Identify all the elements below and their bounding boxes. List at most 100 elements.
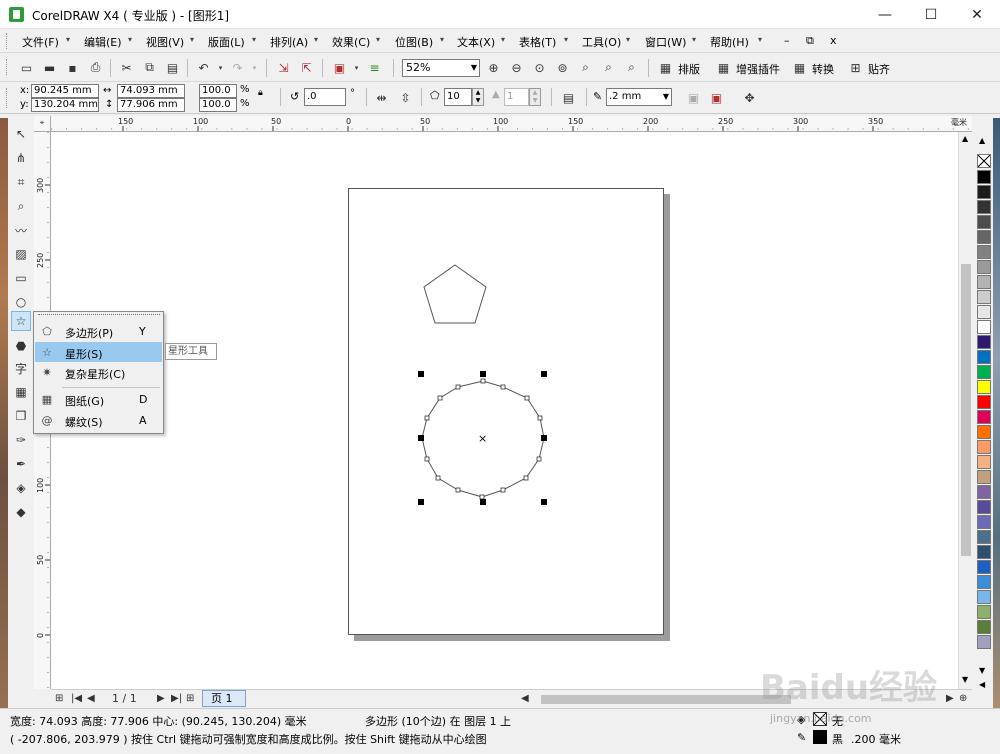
- star-tool-icon[interactable]: ☆: [11, 311, 31, 331]
- polygon-sides-field[interactable]: 10: [444, 88, 472, 106]
- welcome-screen-icon[interactable]: ≡: [366, 59, 383, 76]
- redo-icon[interactable]: ↷: [229, 59, 246, 76]
- flyout-item-complex-star[interactable]: ✷ 复杂星形(C): [35, 362, 162, 382]
- color-swatch[interactable]: [977, 215, 991, 229]
- color-swatch[interactable]: [977, 185, 991, 199]
- x-position-field[interactable]: 90.245 mm: [31, 84, 99, 98]
- flyout-grip[interactable]: [38, 314, 160, 317]
- drawing-canvas[interactable]: ×: [51, 132, 958, 689]
- first-page-icon[interactable]: |◀: [71, 693, 82, 704]
- color-swatch[interactable]: [977, 200, 991, 214]
- menu-edit[interactable]: 编辑(E): [84, 34, 122, 50]
- chevron-down-icon[interactable]: ▾: [246, 59, 263, 76]
- convert-to-curves-icon[interactable]: ✥: [741, 89, 758, 106]
- undo-icon[interactable]: ↶: [195, 59, 212, 76]
- import-icon[interactable]: ⇲: [275, 59, 292, 76]
- color-swatch[interactable]: [977, 395, 991, 409]
- zoom-out-icon[interactable]: ⊖: [508, 59, 525, 76]
- menu-view[interactable]: 视图(V): [146, 34, 184, 50]
- menu-tools[interactable]: 工具(O): [582, 34, 621, 50]
- palette-scroll-down-icon[interactable]: ▼: [979, 666, 985, 675]
- y-position-field[interactable]: 130.204 mm: [31, 98, 99, 112]
- zoom-page-width-icon[interactable]: ⌕: [600, 59, 617, 76]
- color-swatch[interactable]: [977, 440, 991, 454]
- save-icon[interactable]: ▪: [64, 59, 81, 76]
- crop-tool-icon[interactable]: ⌗: [11, 172, 31, 192]
- wrap-text-icon[interactable]: ▤: [560, 89, 577, 106]
- menu-bitmaps[interactable]: 位图(B): [395, 34, 433, 50]
- flyout-item-spiral[interactable]: @ 螺纹(S) A: [35, 410, 162, 430]
- navigator-icon[interactable]: ⊕: [959, 693, 967, 704]
- color-swatch[interactable]: [977, 260, 991, 274]
- color-swatch[interactable]: [977, 635, 991, 649]
- color-swatch[interactable]: [977, 605, 991, 619]
- close-button[interactable]: ✕: [954, 0, 1000, 29]
- scroll-down-icon[interactable]: ▼: [962, 675, 968, 684]
- color-swatch[interactable]: [977, 410, 991, 424]
- snap-icon[interactable]: ⊞: [847, 59, 864, 76]
- rectangle-tool-icon[interactable]: ▭: [11, 268, 31, 288]
- color-swatch[interactable]: [977, 500, 991, 514]
- chevron-down-icon[interactable]: ▾: [348, 59, 365, 76]
- freehand-tool-icon[interactable]: 〰: [11, 220, 31, 240]
- flyout-item-star[interactable]: ☆ 星形(S): [35, 342, 162, 362]
- page-tab[interactable]: 页 1: [202, 690, 246, 707]
- zoom-page-height-icon[interactable]: ⌕: [623, 59, 640, 76]
- horizontal-scroll-thumb[interactable]: [541, 695, 791, 704]
- sharpness-field[interactable]: 1: [504, 88, 529, 106]
- interactive-blend-tool-icon[interactable]: ❐: [11, 406, 31, 426]
- zoom-selected-icon[interactable]: ⊙: [531, 59, 548, 76]
- color-swatch[interactable]: [977, 290, 991, 304]
- lock-ratio-icon[interactable]: 🔒︎: [258, 88, 263, 98]
- scroll-up-icon[interactable]: ▲: [962, 134, 968, 143]
- color-swatch[interactable]: [977, 575, 991, 589]
- color-swatch[interactable]: [977, 170, 991, 184]
- to-front-icon[interactable]: ▣: [685, 89, 702, 106]
- height-field[interactable]: 77.906 mm: [117, 98, 185, 112]
- enhance-plugin-button[interactable]: 增强插件: [736, 61, 780, 77]
- scroll-left-icon[interactable]: ◀: [521, 693, 529, 704]
- open-folder-icon[interactable]: ▬: [41, 59, 58, 76]
- application-launcher-icon[interactable]: ▣: [331, 59, 348, 76]
- enhance-plugin-icon[interactable]: ▦: [715, 59, 732, 76]
- color-swatch[interactable]: [977, 350, 991, 364]
- color-swatch[interactable]: [977, 590, 991, 604]
- eyedropper-tool-icon[interactable]: ✑: [11, 430, 31, 450]
- menu-file[interactable]: 文件(F): [22, 34, 59, 50]
- scroll-right-icon[interactable]: ▶: [946, 693, 954, 704]
- menu-table[interactable]: 表格(T): [519, 34, 556, 50]
- color-swatch[interactable]: [977, 470, 991, 484]
- menu-effects[interactable]: 效果(C): [332, 34, 370, 50]
- menu-window[interactable]: 窗口(W): [645, 34, 686, 50]
- add-page-icon[interactable]: ⊞: [55, 693, 63, 704]
- zoom-page-icon[interactable]: ⌕: [577, 59, 594, 76]
- chevron-down-icon[interactable]: ▾: [212, 59, 229, 76]
- property-bar-grip[interactable]: [6, 88, 9, 108]
- maximize-button[interactable]: ☐: [908, 0, 954, 29]
- basic-shapes-tool-icon[interactable]: ⬣: [11, 336, 31, 356]
- paste-icon[interactable]: ▤: [164, 59, 181, 76]
- interactive-fill-tool-icon[interactable]: ◆: [11, 502, 31, 522]
- color-swatch[interactable]: [977, 305, 991, 319]
- color-swatch[interactable]: [977, 455, 991, 469]
- color-swatch[interactable]: [977, 380, 991, 394]
- color-swatch[interactable]: [977, 485, 991, 499]
- ruler-origin-icon[interactable]: ⌖: [34, 116, 51, 132]
- flyout-item-graph-paper[interactable]: ▦ 图纸(G) D: [35, 389, 162, 409]
- vertical-scroll-thumb[interactable]: [961, 264, 971, 556]
- last-page-icon[interactable]: ▶|: [171, 693, 182, 704]
- doc-minimize-button[interactable]: –: [784, 34, 790, 47]
- toolbar-grip[interactable]: [6, 59, 9, 75]
- width-field[interactable]: 74.093 mm: [117, 84, 185, 98]
- horizontal-ruler[interactable]: 150 100 50 0 50 100 150 200 250 300 350 …: [51, 116, 972, 132]
- outline-tool-icon[interactable]: ✒: [11, 454, 31, 474]
- menu-help[interactable]: 帮助(H): [710, 34, 749, 50]
- convert-button[interactable]: 转换: [812, 61, 834, 77]
- ellipse-tool-icon[interactable]: ○: [11, 292, 31, 312]
- color-swatch[interactable]: [977, 335, 991, 349]
- next-page-icon[interactable]: ▶: [157, 693, 165, 704]
- convert-icon[interactable]: ▦: [791, 59, 808, 76]
- typeset-icon[interactable]: ▦: [657, 59, 674, 76]
- table-tool-icon[interactable]: ▦: [11, 382, 31, 402]
- smart-fill-tool-icon[interactable]: ▨: [11, 244, 31, 264]
